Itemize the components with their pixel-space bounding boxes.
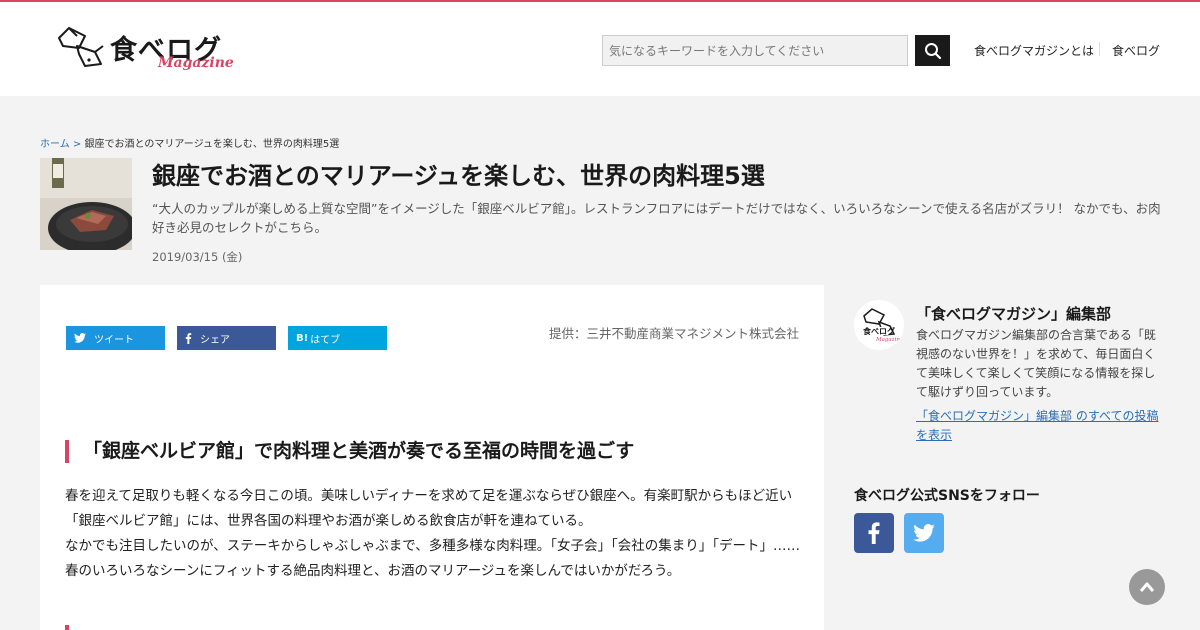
article-paragraphs: 春を迎えて足取りも軽くなる今日この頃。美味しいディナーを求めて足を運ぶならぜひ銀…	[65, 484, 800, 584]
search-icon	[924, 42, 941, 59]
twitter-icon	[74, 333, 86, 343]
tweet-button[interactable]: ツイート	[66, 326, 165, 350]
author-name: 「食べログマガジン」編集部	[916, 305, 1112, 323]
tweet-label: ツイート	[94, 334, 134, 346]
site-header: 食べログ Magazine 食べログマガジンとは 食べログ	[0, 2, 1200, 96]
section-heading: 「銀座ベルビア館」で肉料理と美酒が奏でる至福の時間を過ごす	[65, 440, 634, 463]
author-bio: 食べログマガジン編集部の合言葉である「既視感のない世界を！」を求めて、毎日面白く…	[916, 328, 1156, 399]
breadcrumb-home[interactable]: ホーム	[40, 139, 70, 150]
author-all-posts-link[interactable]: 「食べログマガジン」編集部 のすべての投稿を表示	[916, 407, 1166, 445]
next-section-heading-marker	[65, 625, 69, 630]
svg-text:Magazine: Magazine	[875, 337, 904, 343]
article-body: ツイート シェア B! はてブ 提供：三井不動産商業マネジメント株式会社 「銀座…	[40, 285, 824, 630]
facebook-icon	[185, 332, 192, 344]
breadcrumb-current: 銀座でお酒とのマリアージュを楽しむ、世界の肉料理5選	[84, 139, 340, 150]
hatena-icon: B!	[296, 332, 309, 344]
sponsor-credit: 提供：三井不動産商業マネジメント株式会社	[548, 326, 799, 341]
chevron-up-icon	[1139, 582, 1155, 592]
back-to-top-button[interactable]	[1129, 569, 1165, 605]
site-logo[interactable]: 食べログ Magazine	[55, 22, 235, 80]
sns-heading: 食べログ公式SNSをフォロー	[854, 488, 1040, 504]
logo-bottle-icon	[58, 27, 104, 67]
author-avatar[interactable]: 食べログ Magazine	[854, 300, 904, 350]
article-date: 2019/03/15 (金)	[152, 250, 243, 264]
svg-text:食べログ: 食べログ	[863, 326, 895, 336]
breadcrumb: ホーム > 銀座でお酒とのマリアージュを楽しむ、世界の肉料理5選	[40, 135, 339, 150]
twitter-icon	[913, 524, 935, 542]
nav-about-magazine[interactable]: 食べログマガジンとは	[974, 42, 1094, 59]
article-paragraph-1: 春を迎えて足取りも軽くなる今日この頃。美味しいディナーを求めて足を運ぶならぜひ銀…	[65, 488, 793, 529]
hatena-bookmark-button[interactable]: B! はてブ	[288, 326, 387, 350]
breadcrumb-separator: >	[72, 139, 82, 150]
article-lead: “大人のカップルが楽しめる上質な空間”をイメージした「銀座ベルビア館」。レストラ…	[152, 201, 1161, 235]
search-button[interactable]	[915, 35, 950, 66]
facebook-icon	[868, 522, 880, 544]
facebook-share-button[interactable]: シェア	[177, 326, 276, 350]
nav-tabelog[interactable]: 食べログ	[1112, 42, 1160, 59]
article-thumbnail	[40, 158, 132, 250]
facebook-follow-button[interactable]	[854, 513, 894, 553]
facebook-share-label: シェア	[200, 334, 230, 346]
nav-divider	[1099, 42, 1100, 56]
logo-subtitle: Magazine	[158, 55, 234, 71]
search-input[interactable]	[602, 35, 908, 66]
hatena-label: はてブ	[310, 334, 341, 346]
article-paragraph-2: なかでも注目したいのが、ステーキからしゃぶしゃぶまで、多種多様な肉料理。「女子会…	[65, 538, 800, 579]
twitter-follow-button[interactable]	[904, 513, 944, 553]
article-title: 銀座でお酒とのマリアージュを楽しむ、世界の肉料理5選	[152, 162, 765, 190]
